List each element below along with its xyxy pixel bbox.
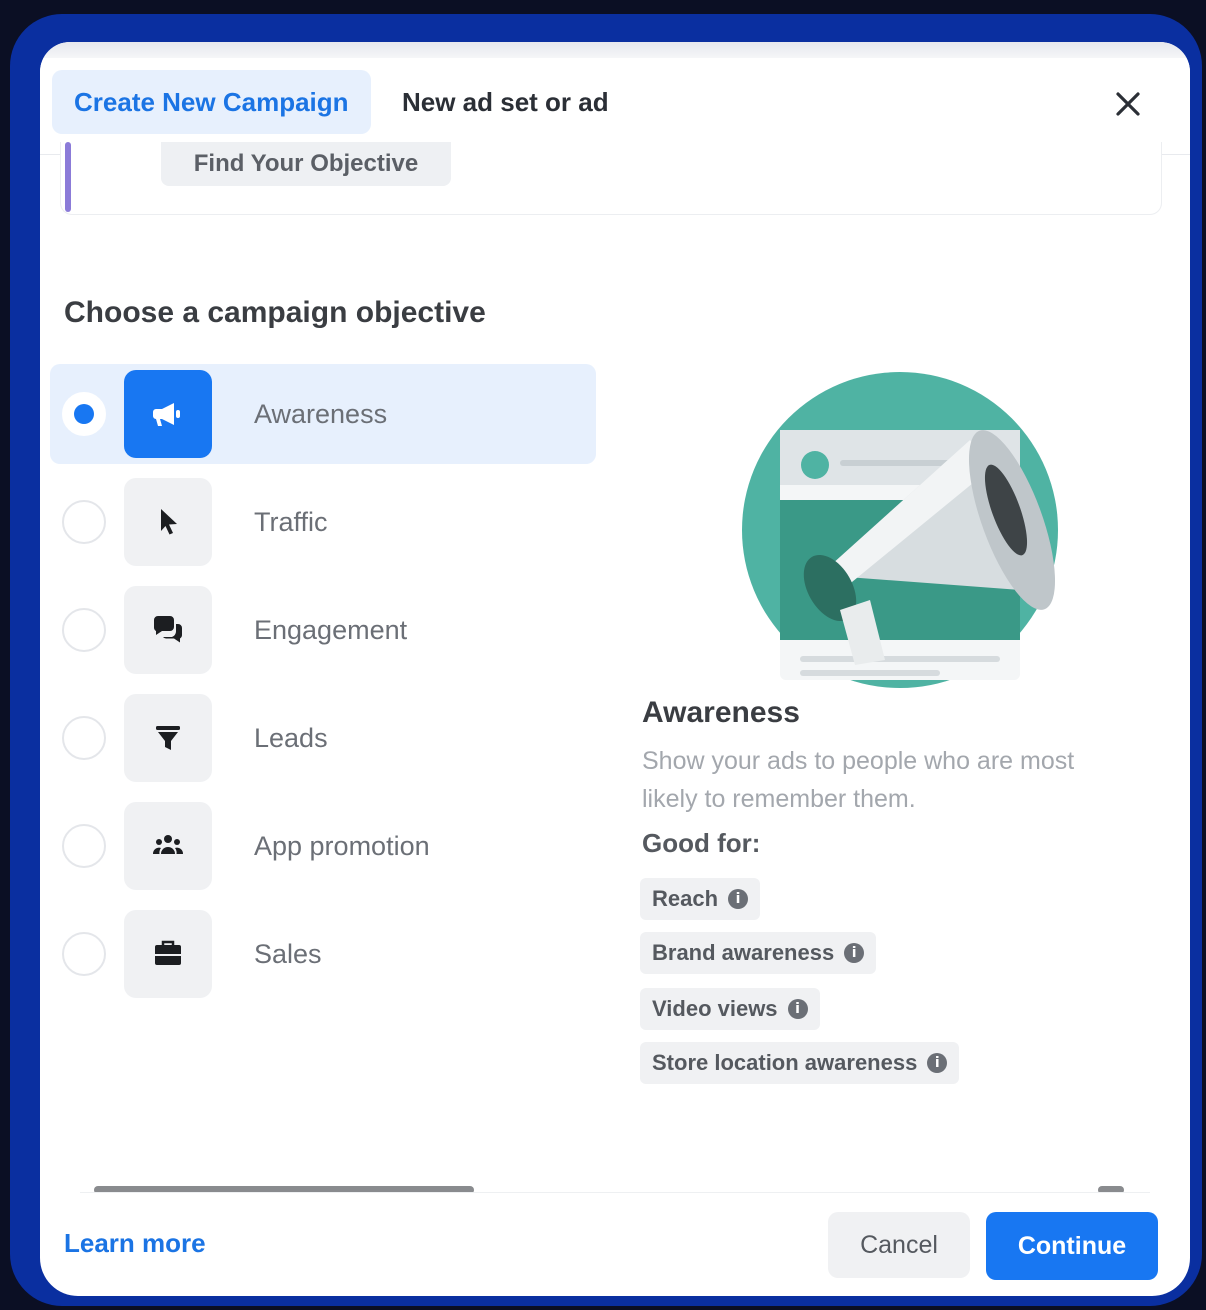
- radio-button[interactable]: [62, 608, 106, 652]
- option-icon-box: [124, 370, 212, 458]
- chat-bubbles-icon: [153, 616, 183, 643]
- good-for-chip: Reach i: [640, 878, 761, 920]
- radio-button[interactable]: [62, 716, 106, 760]
- awareness-illustration: [742, 372, 1058, 688]
- radio-button[interactable]: [62, 500, 106, 544]
- close-button[interactable]: [1106, 82, 1150, 126]
- footer-divider: [80, 1192, 1150, 1193]
- info-icon[interactable]: i: [787, 999, 808, 1019]
- objective-option-leads[interactable]: Leads: [50, 688, 596, 788]
- find-objective-button[interactable]: Find Your Objective: [161, 142, 451, 186]
- chip-label: Brand awareness: [652, 940, 835, 965]
- megaphone-icon: [153, 403, 180, 426]
- learn-more-link[interactable]: Learn more: [64, 1228, 206, 1259]
- cursor-icon: [161, 509, 177, 535]
- background-app-strip: [40, 42, 1190, 58]
- option-label: Traffic: [254, 506, 328, 537]
- objective-detail-title: Awareness: [642, 696, 800, 729]
- find-objective-card: Find Your Objective: [60, 142, 1162, 215]
- radio-button[interactable]: [62, 824, 106, 868]
- objective-option-app-promotion[interactable]: App promotion: [50, 796, 596, 896]
- close-icon: [1116, 92, 1140, 116]
- info-icon[interactable]: i: [844, 943, 865, 963]
- objective-detail-description: Show your ads to people who are most lik…: [642, 747, 1075, 813]
- good-for-chip: Store location awareness i: [640, 1042, 960, 1084]
- radio-button[interactable]: [62, 932, 106, 976]
- funnel-icon: [156, 726, 180, 750]
- chip-label: Video views: [652, 996, 778, 1021]
- briefcase-icon: [155, 940, 181, 965]
- cancel-button[interactable]: Cancel: [828, 1212, 970, 1278]
- option-icon-box: [124, 910, 212, 998]
- people-icon: [152, 835, 184, 854]
- tab-create-new-campaign[interactable]: Create New Campaign: [52, 70, 371, 134]
- objective-option-traffic[interactable]: Traffic: [50, 472, 596, 572]
- good-for-label: Good for:: [642, 828, 761, 858]
- objective-option-sales[interactable]: Sales: [50, 904, 596, 1004]
- chip-label: Store location awareness: [652, 1050, 918, 1075]
- option-icon-box: [124, 694, 212, 782]
- objective-option-awareness[interactable]: Awareness: [50, 364, 596, 464]
- option-label: Awareness: [254, 398, 388, 429]
- option-label: App promotion: [254, 830, 430, 861]
- option-label: Leads: [254, 722, 328, 753]
- option-icon-box: [124, 802, 212, 890]
- good-for-chip: Video views i: [640, 988, 820, 1030]
- radio-button[interactable]: [62, 392, 106, 436]
- objective-option-engagement[interactable]: Engagement: [50, 580, 596, 680]
- option-icon-box: [124, 478, 212, 566]
- good-for-chip: Brand awareness i: [640, 932, 877, 974]
- info-icon[interactable]: i: [728, 889, 749, 909]
- continue-button[interactable]: Continue: [986, 1212, 1158, 1280]
- info-icon[interactable]: i: [927, 1053, 948, 1073]
- collapsed-section-row: [94, 1178, 1124, 1192]
- section-title: Choose a campaign objective: [64, 296, 486, 329]
- tab-new-ad-set-or-ad[interactable]: New ad set or ad: [380, 70, 631, 134]
- create-campaign-modal: Create New Campaign New ad set or ad Fin…: [40, 42, 1190, 1296]
- chip-label: Reach: [652, 886, 719, 911]
- option-icon-box: [124, 586, 212, 674]
- modal-tabs: Create New Campaign New ad set or ad: [40, 58, 1190, 155]
- option-label: Engagement: [254, 614, 408, 645]
- option-label: Sales: [254, 938, 322, 969]
- card-accent-bar: [65, 142, 71, 212]
